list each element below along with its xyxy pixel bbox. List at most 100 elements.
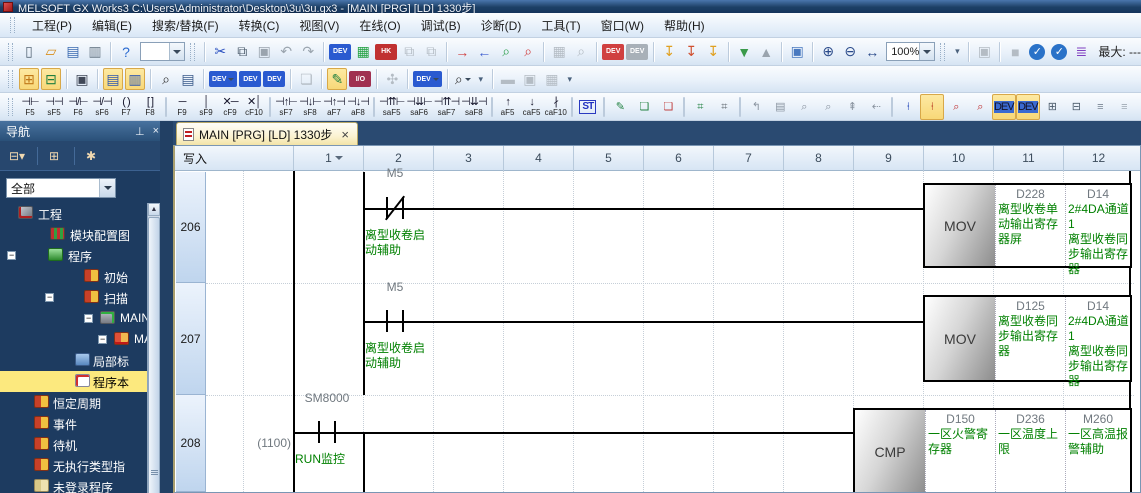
- menu-item[interactable]: 窗口(W): [591, 14, 654, 37]
- find-binoculars-icon[interactable]: ⌕: [156, 68, 176, 90]
- sep[interactable]: [603, 97, 605, 117]
- module-icon[interactable]: ▣: [72, 68, 92, 90]
- falling-pulse-icon[interactable]: ⊣↓⊢ sF8: [298, 94, 322, 120]
- find-gray2-icon[interactable]: ⌕: [816, 94, 840, 120]
- tree-item[interactable]: 局部标: [0, 350, 147, 371]
- tree-item[interactable]: 事件: [0, 413, 147, 434]
- find-device-green-icon[interactable]: ⌕: [496, 41, 516, 63]
- pc-write-icon[interactable]: ▼: [734, 41, 754, 63]
- panel-splitter[interactable]: [160, 121, 173, 493]
- overflow2-icon[interactable]: ▾: [564, 68, 576, 90]
- scroll-up-icon[interactable]: ▲: [148, 203, 160, 216]
- gray-grid-icon[interactable]: ▦: [549, 41, 569, 63]
- undo-icon[interactable]: ↶: [276, 41, 296, 63]
- falling-pulse-parallel-icon[interactable]: ⊣↓⊣ aF8: [346, 94, 370, 120]
- sep[interactable]: [683, 97, 685, 117]
- tree-item[interactable]: MAIN: [0, 308, 147, 329]
- statement-icon[interactable]: ❏: [632, 94, 656, 120]
- sep[interactable]: [373, 97, 375, 117]
- menu-item[interactable]: 诊断(D): [471, 14, 532, 37]
- sep[interactable]: [596, 42, 597, 62]
- sep[interactable]: [165, 97, 167, 117]
- expander-icon[interactable]: [98, 335, 107, 344]
- sep[interactable]: [376, 69, 377, 89]
- vertical-line-icon[interactable]: │ sF9: [194, 94, 218, 120]
- comment-gray-icon[interactable]: ❏: [296, 68, 316, 90]
- rail-edit2-icon[interactable]: ⌗: [712, 94, 736, 120]
- window-gray2-icon[interactable]: ▣: [520, 68, 540, 90]
- scrollbar-thumb[interactable]: [148, 217, 160, 493]
- convert-all-check-icon[interactable]: ✓: [1051, 44, 1067, 60]
- menu-item[interactable]: 搜索/替换(F): [142, 14, 229, 37]
- expander-icon[interactable]: [7, 251, 16, 260]
- menu-item[interactable]: 视图(V): [289, 14, 349, 37]
- outline-list-icon[interactable]: ▤: [103, 68, 123, 90]
- expander-icon[interactable]: [84, 314, 93, 323]
- rung-number[interactable]: 207: [176, 283, 206, 395]
- tree-item[interactable]: 待机: [0, 434, 147, 455]
- tree-item[interactable]: 模块配置图: [0, 224, 147, 245]
- list-dots-icon[interactable]: ⋮: [1136, 94, 1141, 120]
- open-contact-icon[interactable]: ⊣⊢ F5: [18, 94, 42, 120]
- instruction-block[interactable]: MOV D228 离型收卷单 动输出寄存 器屏 D14 2#4DA通道1 离型收…: [923, 183, 1132, 268]
- instruction-block[interactable]: MOV D125 离型收卷同 步输出寄存 器 D14 2#4DA通道1 离型收卷…: [923, 295, 1132, 382]
- insert-rung-icon[interactable]: ⊞: [1040, 94, 1064, 120]
- contact-no[interactable]: [318, 421, 320, 443]
- find-red1-icon[interactable]: ⌕: [944, 94, 968, 120]
- chevron-down-icon[interactable]: [919, 43, 934, 60]
- copy-icon[interactable]: ⧉: [232, 41, 252, 63]
- sep[interactable]: [203, 69, 204, 89]
- sep[interactable]: [97, 69, 98, 89]
- overflow-icon[interactable]: ▾: [951, 41, 963, 63]
- note-icon[interactable]: ❏: [656, 94, 680, 120]
- sep[interactable]: [968, 42, 969, 62]
- menu-item[interactable]: 工具(T): [531, 14, 590, 37]
- menu-item[interactable]: 在线(O): [349, 14, 410, 37]
- find-device-red-icon[interactable]: ⌕: [518, 41, 538, 63]
- operand-cell[interactable]: D14 2#4DA通道1 离型收卷同 步输出寄存 器: [1065, 297, 1130, 380]
- trace-vertical-active-icon[interactable]: ⍿: [920, 94, 944, 120]
- operand-cell[interactable]: D228 离型收卷单 动输出寄存 器屏: [995, 185, 1065, 266]
- device-batch-icon[interactable]: DEV: [1016, 94, 1040, 120]
- falling-pulse-close-icon[interactable]: ⊣⇊⊢ saF6: [405, 94, 432, 120]
- rising-pulse-close-icon[interactable]: ⊣⇈⊢ saF5: [378, 94, 405, 120]
- sep[interactable]: [447, 69, 448, 89]
- sep[interactable]: [323, 42, 324, 62]
- chevron-down-icon[interactable]: [169, 43, 184, 60]
- device-gray-icon[interactable]: DEV: [626, 44, 648, 60]
- sep[interactable]: [653, 42, 654, 62]
- trace-vertical-icon[interactable]: ⍿: [896, 94, 920, 120]
- rail-edit-icon[interactable]: ⌗: [688, 94, 712, 120]
- new-file-icon[interactable]: ▯: [19, 41, 39, 63]
- contact-nc[interactable]: [402, 197, 404, 219]
- key-icon[interactable]: HK: [375, 44, 397, 60]
- contact-no[interactable]: [402, 310, 404, 332]
- fit-width-icon[interactable]: ↔: [862, 41, 882, 63]
- window-gray1-icon[interactable]: ▬: [498, 68, 518, 90]
- outline-grid-icon[interactable]: ▥: [125, 68, 145, 90]
- doc-gray-icon[interactable]: ▤: [768, 94, 792, 120]
- tab-close-icon[interactable]: ×: [341, 128, 349, 141]
- tree-view-icon[interactable]: ⊟▾: [6, 146, 28, 166]
- tree-item[interactable]: 恒定周期: [0, 392, 147, 413]
- zoom-out-icon[interactable]: ⊖: [840, 41, 860, 63]
- device-grid-icon[interactable]: DEV: [239, 71, 261, 87]
- sep[interactable]: [446, 42, 447, 62]
- sep[interactable]: [66, 69, 67, 89]
- sort-view-icon[interactable]: ⊞: [43, 146, 65, 166]
- sep[interactable]: [150, 69, 151, 89]
- sep[interactable]: [110, 42, 111, 62]
- sep[interactable]: [812, 42, 813, 62]
- redo-icon[interactable]: ↷: [298, 41, 318, 63]
- insert-col-icon[interactable]: ⇠: [864, 94, 888, 120]
- tree-item[interactable]: 程序: [0, 245, 147, 266]
- device-watch-icon[interactable]: DEV: [413, 71, 441, 87]
- jump-write-icon[interactable]: ↧: [659, 41, 679, 63]
- sep[interactable]: [728, 42, 729, 62]
- feed-icon[interactable]: ≣: [1071, 41, 1091, 63]
- horizontal-line-icon[interactable]: ─ F9: [170, 94, 194, 120]
- open-project-icon[interactable]: ▱: [41, 41, 61, 63]
- undo-rung-icon[interactable]: ↰: [744, 94, 768, 120]
- paste-gray2-icon[interactable]: ⧉: [421, 41, 441, 63]
- sep[interactable]: [269, 97, 271, 117]
